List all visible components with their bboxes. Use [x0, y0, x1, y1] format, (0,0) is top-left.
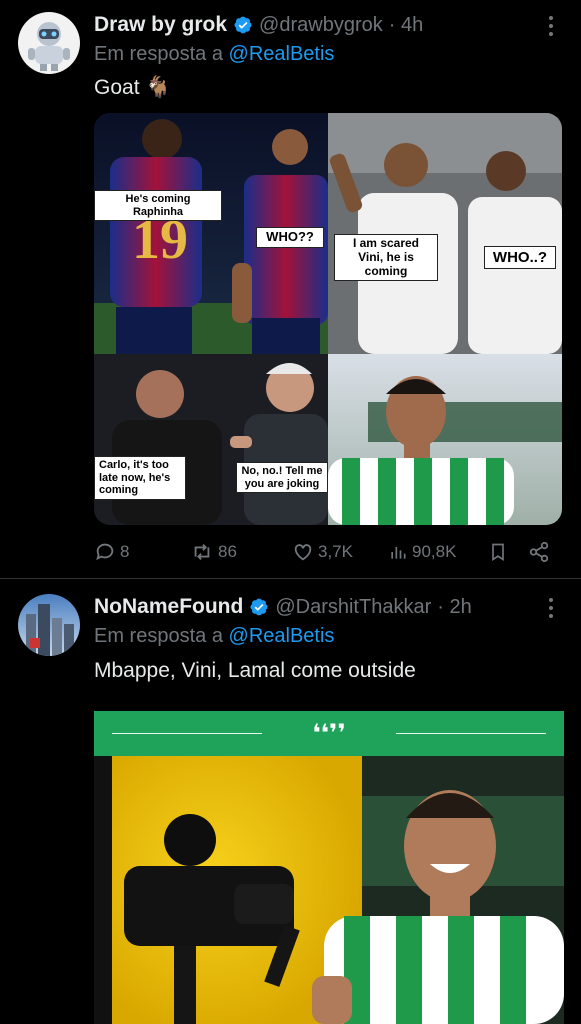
tweet-media[interactable]: ❛❛❜❜	[94, 711, 564, 1024]
views-count: 90,8K	[412, 542, 457, 561]
meme-caption: Carlo, it's too late now, he's coming	[94, 456, 186, 500]
tweet-text: Goat 🐐	[94, 76, 172, 99]
share-button[interactable]	[528, 537, 550, 567]
reply-count: 8	[120, 542, 130, 561]
reply-mention[interactable]: @RealBetis	[229, 625, 335, 647]
retweet-icon	[194, 544, 210, 560]
retweet-count: 86	[218, 542, 237, 561]
handle[interactable]: @drawbygrok	[259, 14, 383, 37]
like-button[interactable]: 3,7K	[292, 537, 353, 567]
like-count: 3,7K	[318, 542, 353, 561]
more-icon[interactable]	[543, 596, 559, 620]
meme-caption: He's coming Raphinha	[94, 190, 222, 222]
meme-panel-4	[328, 354, 562, 525]
verified-badge-icon	[234, 16, 252, 34]
tweet-1[interactable]: Draw by grok @drawbygrok · 4h Em respost…	[0, 0, 581, 579]
tweet-actions: 8 86 3,7K 90,8K	[94, 537, 556, 567]
display-name[interactable]: NoNameFound	[94, 595, 243, 619]
views-button[interactable]: 90,8K	[388, 537, 456, 567]
bookmark-icon	[492, 543, 504, 562]
more-icon[interactable]	[543, 14, 559, 38]
avatar[interactable]	[18, 594, 80, 656]
meme-panel-3: Carlo, it's too late now, he's coming No…	[94, 354, 328, 525]
verified-badge-icon	[250, 598, 268, 616]
bookmark-button[interactable]	[488, 537, 508, 567]
views-icon	[391, 547, 406, 559]
timestamp[interactable]: · 2h	[437, 596, 471, 619]
share-icon	[529, 541, 549, 563]
meme-panel-2: I am scared Vini, he is coming WHO..?	[328, 113, 562, 354]
media-banner: ❛❛❜❜	[94, 711, 564, 756]
reply-context: Em resposta a @RealBetis	[94, 43, 334, 66]
tweet-divider	[0, 578, 581, 579]
like-icon	[294, 544, 312, 561]
reply-icon	[96, 543, 114, 561]
timestamp[interactable]: · 4h	[389, 14, 423, 37]
handle[interactable]: @DarshitThakkar	[275, 596, 431, 619]
tweet-media[interactable]: 19 He's coming Raphinha WHO?? I am scare…	[94, 113, 562, 525]
meme-panel-1: 19 He's coming Raphinha WHO??	[94, 113, 328, 354]
display-name[interactable]: Draw by grok	[94, 13, 227, 37]
quote-mark: ❛❛❜❜	[312, 719, 346, 747]
meme-caption: No, no.! Tell me you are joking	[236, 462, 328, 494]
avatar[interactable]	[18, 12, 80, 74]
retweet-button[interactable]: 86	[190, 537, 237, 567]
reply-context: Em resposta a @RealBetis	[94, 625, 334, 648]
meme-caption: WHO??	[256, 227, 324, 248]
reply-button[interactable]: 8	[94, 537, 129, 567]
reply-prefix: Em resposta a	[94, 43, 223, 65]
meme-caption: WHO..?	[484, 246, 556, 270]
reply-prefix: Em resposta a	[94, 625, 223, 647]
tweet-2[interactable]: NoNameFound @DarshitThakkar · 2h Em resp…	[0, 580, 581, 1024]
reply-mention[interactable]: @RealBetis	[229, 43, 335, 65]
media-photo	[94, 756, 564, 1024]
meme-caption: I am scared Vini, he is coming	[334, 234, 438, 282]
tweet-text: Mbappe, Vini, Lamal come outside	[94, 659, 416, 682]
